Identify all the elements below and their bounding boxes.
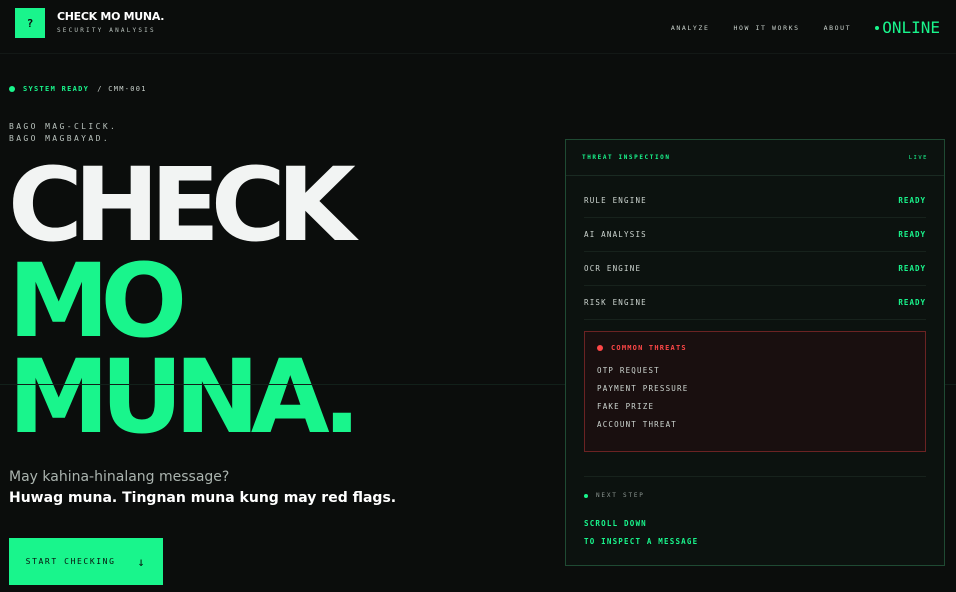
engine-status: READY [898, 230, 926, 239]
scroll-line-2: TO INSPECT A MESSAGE [584, 537, 699, 546]
scroll-line-1: SCROLL DOWN [584, 519, 647, 528]
hero-advice: Huwag muna. Tingnan muna kung may red fl… [9, 490, 397, 506]
next-step: NEXT STEP [584, 492, 645, 499]
system-status: SYSTEM READY / CMM-001 [9, 85, 147, 93]
panel-divider [584, 476, 926, 477]
brand-subtitle: SECURITY ANALYSIS [57, 27, 156, 34]
common-threats-box: COMMON THREATS OTP REQUEST PAYMENT PRESS… [584, 331, 926, 452]
threat-item: FAKE PRIZE [597, 402, 655, 411]
panel-header: THREAT INSPECTION LIVE [566, 140, 944, 176]
live-badge: LIVE [908, 154, 928, 161]
logo-icon[interactable]: ? [15, 8, 45, 38]
panel-title: THREAT INSPECTION [582, 154, 671, 161]
engine-name: AI ANALYSIS [584, 230, 647, 239]
threat-inspection-panel: THREAT INSPECTION LIVE RULE ENGINE READY… [565, 139, 945, 566]
scroll-hint: SCROLL DOWN TO INSPECT A MESSAGE [584, 515, 698, 551]
engine-name: RISK ENGINE [584, 298, 647, 307]
engine-status: READY [898, 298, 926, 307]
arrow-down-icon: ↓ [137, 554, 147, 569]
engine-row: RISK ENGINE READY [584, 286, 926, 320]
tagline-line-1: BAGO MAG-CLICK. [9, 122, 118, 131]
nav-analyze[interactable]: ANALYZE [671, 24, 710, 32]
ready-dot-icon [9, 86, 15, 92]
nav-about[interactable]: ABOUT [824, 24, 852, 32]
alert-dot-icon [597, 345, 603, 351]
main-nav: ANALYZE HOW IT WORKS ABOUT ONLINE [671, 18, 940, 37]
engine-name: OCR ENGINE [584, 264, 642, 273]
hero-question: May kahina-hinalang message? [9, 469, 230, 485]
system-ready-label: SYSTEM READY [23, 85, 90, 93]
nav-how-it-works[interactable]: HOW IT WORKS [733, 24, 799, 32]
engine-status-list: RULE ENGINE READY AI ANALYSIS READY OCR … [584, 184, 926, 320]
threats-header: COMMON THREATS [597, 344, 913, 352]
threat-list: OTP REQUEST PAYMENT PRESSURE FAKE PRIZE … [597, 366, 913, 438]
engine-row: AI ANALYSIS READY [584, 218, 926, 252]
engine-status: READY [898, 264, 926, 273]
start-checking-label: START CHECKING [25, 557, 116, 566]
tagline-line-2: BAGO MAGBAYAD. [9, 134, 111, 143]
engine-row: OCR ENGINE READY [584, 252, 926, 286]
next-step-label: NEXT STEP [596, 492, 645, 499]
start-checking-button[interactable]: START CHECKING ↓ [9, 538, 163, 585]
top-header: ? CHECK MO MUNA. SECURITY ANALYSIS ANALY… [0, 0, 956, 54]
brand-name[interactable]: CHECK MO MUNA. [57, 10, 164, 23]
engine-status: READY [898, 196, 926, 205]
threat-item: PAYMENT PRESSURE [597, 384, 689, 393]
engine-name: RULE ENGINE [584, 196, 647, 205]
threats-title: COMMON THREATS [611, 344, 687, 352]
tagline: BAGO MAG-CLICK. BAGO MAGBAYAD. [9, 121, 117, 145]
engine-row: RULE ENGINE READY [584, 184, 926, 218]
system-code: / CMM-001 [97, 85, 147, 93]
next-dot-icon [584, 493, 588, 498]
hero-title: CHECK MO MUNA. [8, 155, 361, 457]
threat-item: ACCOUNT THREAT [597, 420, 678, 429]
hero-line-muna: MUNA. [8, 338, 361, 457]
online-label: ONLINE [882, 18, 940, 37]
threat-item: OTP REQUEST [597, 366, 660, 375]
online-status: ONLINE [875, 18, 940, 37]
status-dot-icon [875, 25, 880, 30]
